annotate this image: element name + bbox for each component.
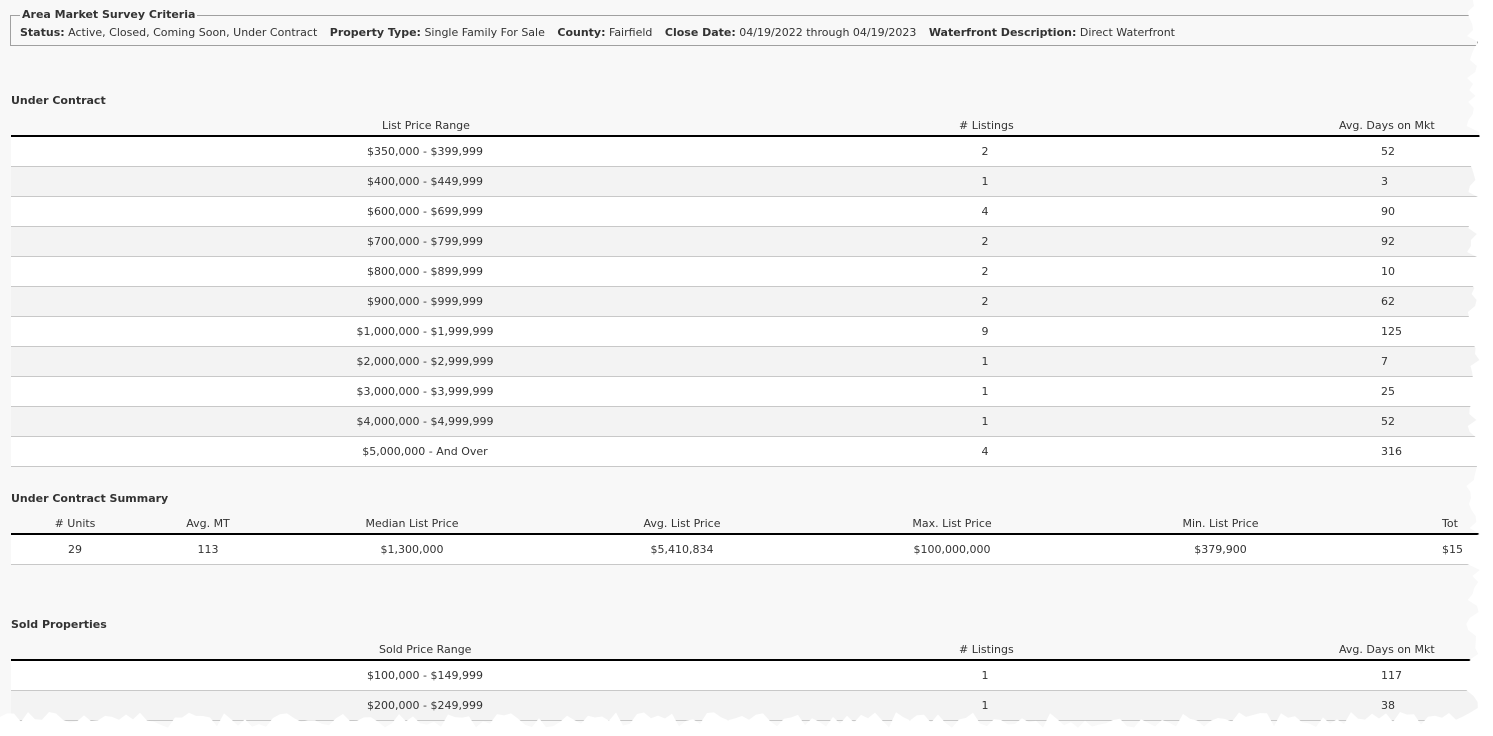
summary-units: 29	[11, 534, 139, 565]
avg-days-cell: 90	[1131, 196, 1482, 227]
summary-row: 29 113 $1,300,000 $5,410,834 $100,000,00…	[11, 534, 1482, 565]
listings-cell: 2	[839, 256, 1131, 287]
sold-properties-title: Sold Properties	[11, 618, 107, 631]
table-row: $4,000,000 - $4,999,999 1 52	[11, 406, 1482, 437]
table-row: $800,000 - $899,999 2 10	[11, 256, 1482, 287]
price-range-cell: $2,000,000 - $2,999,999	[11, 346, 839, 377]
col-header-min-list-price: Min. List Price	[1087, 513, 1354, 535]
table-row: $350,000 - $399,999 2 52	[11, 136, 1482, 167]
summary-min-list-price: $379,900	[1087, 534, 1354, 565]
listings-cell: 1	[839, 346, 1131, 377]
listings-cell: 1	[839, 406, 1131, 437]
price-range-cell: $1,000,000 - $1,999,999	[11, 316, 839, 347]
price-range-cell: $4,000,000 - $4,999,999	[11, 406, 839, 437]
listings-cell: 4	[839, 196, 1131, 227]
summary-total: $15	[1354, 534, 1482, 565]
price-range-cell: $200,000 - $249,999	[11, 690, 839, 721]
criteria-box: Area Market Survey Criteria Status: Acti…	[10, 8, 1478, 46]
table-row: $400,000 - $449,999 1 3	[11, 166, 1482, 197]
col-header-avg-mt: Avg. MT	[139, 513, 277, 535]
listings-cell: 1	[839, 660, 1131, 691]
table-row: $700,000 - $799,999 2 92	[11, 226, 1482, 257]
table-row: $200,000 - $249,999 1 38	[11, 690, 1482, 721]
price-range-cell: $900,000 - $999,999	[11, 286, 839, 317]
table-row: $100,000 - $149,999 1 117	[11, 660, 1482, 691]
col-header-sold-price-range: Sold Price Range	[11, 639, 839, 661]
property-type-label: Property Type:	[329, 26, 421, 39]
listings-cell: 2	[839, 286, 1131, 317]
sold-properties-table: Sold Price Range # Listings Avg. Days on…	[11, 639, 1482, 721]
listings-cell: 9	[839, 316, 1131, 347]
report-page: Area Market Survey Criteria Status: Acti…	[0, 0, 1482, 728]
price-range-cell: $3,000,000 - $3,999,999	[11, 376, 839, 407]
under-contract-title: Under Contract	[11, 94, 106, 107]
avg-days-cell: 52	[1131, 406, 1482, 437]
summary-avg-list-price: $5,410,834	[547, 534, 817, 565]
col-header-listings: # Listings	[839, 639, 1131, 661]
avg-days-cell: 92	[1131, 226, 1482, 257]
avg-days-cell: 25	[1131, 376, 1482, 407]
close-date-value: 04/19/2022 through 04/19/2023	[739, 26, 917, 39]
table-row: $5,000,000 - And Over 4 316	[11, 436, 1482, 467]
table-row: $2,000,000 - $2,999,999 1 7	[11, 346, 1482, 377]
price-range-cell: $400,000 - $449,999	[11, 166, 839, 197]
price-range-cell: $5,000,000 - And Over	[11, 436, 839, 467]
avg-days-cell: 38	[1131, 690, 1482, 721]
col-header-listings: # Listings	[839, 115, 1131, 137]
waterfront-label: Waterfront Description:	[928, 26, 1077, 39]
avg-days-cell: 62	[1131, 286, 1482, 317]
listings-cell: 1	[839, 166, 1131, 197]
table-header-row: Sold Price Range # Listings Avg. Days on…	[11, 639, 1482, 661]
county-value: Fairfield	[609, 26, 653, 39]
summary-avg-mt: 113	[139, 534, 277, 565]
status-label: Status:	[20, 26, 65, 39]
avg-days-cell: 3	[1131, 166, 1482, 197]
col-header-units: # Units	[11, 513, 139, 535]
avg-days-cell: 117	[1131, 660, 1482, 691]
col-header-avg-list-price: Avg. List Price	[547, 513, 817, 535]
avg-days-cell: 125	[1131, 316, 1482, 347]
uc-summary-title: Under Contract Summary	[11, 492, 169, 505]
table-row: $600,000 - $699,999 4 90	[11, 196, 1482, 227]
summary-median-list-price: $1,300,000	[277, 534, 547, 565]
avg-days-cell: 52	[1131, 136, 1482, 167]
col-header-total: Tot	[1354, 513, 1482, 535]
status-value: Active, Closed, Coming Soon, Under Contr…	[68, 26, 318, 39]
col-header-median-list-price: Median List Price	[277, 513, 547, 535]
price-range-cell: $100,000 - $149,999	[11, 660, 839, 691]
col-header-avg-days: Avg. Days on Mkt	[1131, 115, 1482, 137]
summary-max-list-price: $100,000,000	[817, 534, 1087, 565]
county-label: County:	[557, 26, 606, 39]
col-header-list-price-range: List Price Range	[11, 115, 839, 137]
close-date-label: Close Date:	[664, 26, 736, 39]
table-row: $3,000,000 - $3,999,999 1 25	[11, 376, 1482, 407]
avg-days-cell: 10	[1131, 256, 1482, 287]
uc-summary-table: # Units Avg. MT Median List Price Avg. L…	[11, 513, 1482, 565]
price-range-cell: $700,000 - $799,999	[11, 226, 839, 257]
avg-days-cell: 316	[1131, 436, 1482, 467]
criteria-title: Area Market Survey Criteria	[20, 8, 198, 21]
listings-cell: 2	[839, 226, 1131, 257]
table-row: $1,000,000 - $1,999,999 9 125	[11, 316, 1482, 347]
col-header-max-list-price: Max. List Price	[817, 513, 1087, 535]
listings-cell: 1	[839, 376, 1131, 407]
table-row: $900,000 - $999,999 2 62	[11, 286, 1482, 317]
under-contract-table: List Price Range # Listings Avg. Days on…	[11, 115, 1482, 467]
summary-header-row: # Units Avg. MT Median List Price Avg. L…	[11, 513, 1482, 535]
listings-cell: 1	[839, 690, 1131, 721]
avg-days-cell: 7	[1131, 346, 1482, 377]
property-type-value: Single Family For Sale	[424, 26, 545, 39]
col-header-avg-days: Avg. Days on Mkt	[1131, 639, 1482, 661]
criteria-line: Status: Active, Closed, Coming Soon, Und…	[20, 26, 1175, 39]
listings-cell: 4	[839, 436, 1131, 467]
price-range-cell: $600,000 - $699,999	[11, 196, 839, 227]
table-header-row: List Price Range # Listings Avg. Days on…	[11, 115, 1482, 137]
waterfront-value: Direct Waterfront	[1079, 26, 1175, 39]
price-range-cell: $350,000 - $399,999	[11, 136, 839, 167]
listings-cell: 2	[839, 136, 1131, 167]
price-range-cell: $800,000 - $899,999	[11, 256, 839, 287]
